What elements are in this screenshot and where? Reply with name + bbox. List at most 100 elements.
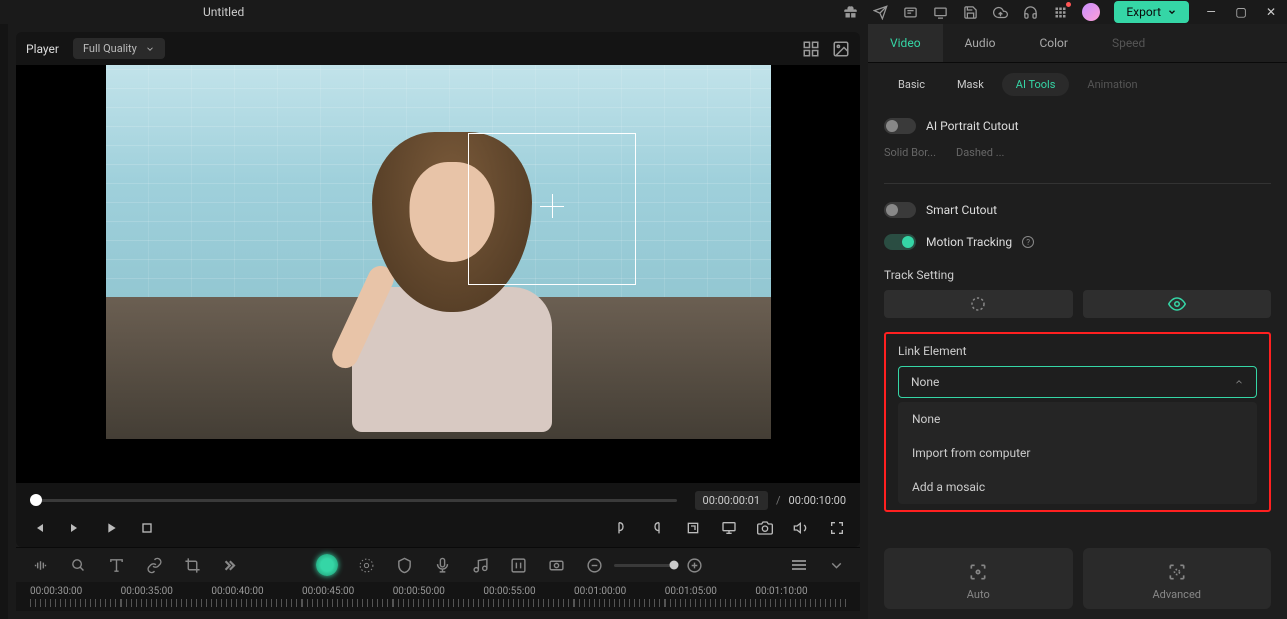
mark-out-icon[interactable] — [648, 519, 666, 537]
tab-speed[interactable]: Speed — [1090, 24, 1167, 62]
track-shape-button[interactable] — [884, 290, 1073, 318]
dropdown-none[interactable]: None — [898, 402, 1257, 436]
ai-portrait-toggle[interactable] — [884, 118, 916, 134]
advanced-label: Advanced — [1153, 588, 1201, 601]
panel-subtabs: Basic Mask AI Tools Animation — [868, 63, 1287, 106]
picture-icon[interactable] — [832, 40, 850, 58]
zoom-out-icon[interactable] — [584, 555, 604, 575]
dropdown-mosaic[interactable]: Add a mosaic — [898, 470, 1257, 504]
adjust-icon[interactable] — [508, 555, 528, 575]
screen-icon[interactable] — [932, 4, 948, 20]
title-bar: Untitled Export — ▢ ✕ — [0, 0, 1287, 24]
chevron-down-icon[interactable] — [826, 555, 846, 575]
link-tool-icon[interactable] — [144, 555, 164, 575]
auto-track-button[interactable]: Auto — [884, 548, 1073, 609]
stop-button[interactable] — [138, 519, 156, 537]
list-view-icon[interactable] — [792, 560, 806, 570]
info-icon[interactable]: ? — [1022, 236, 1034, 248]
subtab-mask[interactable]: Mask — [943, 73, 998, 96]
zoom-in-icon[interactable] — [684, 555, 704, 575]
quality-value: Full Quality — [83, 42, 137, 55]
motion-tracking-label: Motion Tracking — [926, 235, 1012, 249]
ai-portrait-label: AI Portrait Cutout — [926, 119, 1019, 133]
tab-video[interactable]: Video — [868, 24, 943, 62]
prev-frame-button[interactable] — [30, 519, 48, 537]
ruler-mark: 00:00:40:00 — [211, 586, 263, 597]
record-icon[interactable] — [546, 555, 566, 575]
ruler-mark: 00:01:05:00 — [665, 586, 717, 597]
text-tool-icon[interactable] — [106, 555, 126, 575]
ruler-mark: 00:00:50:00 — [393, 586, 445, 597]
effects-icon[interactable] — [356, 555, 376, 575]
link-element-dropdown: None Import from computer Add a mosaic — [898, 402, 1257, 504]
display-icon[interactable] — [720, 519, 738, 537]
gift-icon[interactable] — [842, 4, 858, 20]
subtab-basic[interactable]: Basic — [884, 73, 939, 96]
scrubber[interactable]: 00:00:00:01 / 00:00:10:00 — [30, 493, 846, 507]
ruler-mark: 00:00:55:00 — [483, 586, 535, 597]
track-setting-label: Track Setting — [884, 258, 1271, 290]
ai-gear-icon[interactable] — [316, 554, 338, 576]
apps-icon[interactable] — [1052, 4, 1068, 20]
save-icon[interactable] — [962, 4, 978, 20]
mic-icon[interactable] — [432, 555, 452, 575]
timeline-ruler[interactable]: 00:00:30:00 00:00:35:00 00:00:40:00 00:0… — [16, 582, 860, 611]
grid-view-icon[interactable] — [802, 40, 820, 58]
track-mode-buttons: Auto Advanced — [868, 548, 1287, 619]
total-time: 00:00:10:00 — [789, 494, 846, 507]
link-element-select[interactable]: None — [898, 366, 1257, 398]
volume-icon[interactable] — [792, 519, 810, 537]
shield-icon[interactable] — [394, 555, 414, 575]
border-dashed-option[interactable]: Dashed ... — [956, 146, 1004, 159]
player-label: Player — [26, 42, 59, 56]
player-header: Player Full Quality — [16, 32, 860, 65]
ruler-mark: 00:01:10:00 — [755, 586, 807, 597]
clip-icon[interactable] — [684, 519, 702, 537]
send-icon[interactable] — [872, 4, 888, 20]
scrub-handle[interactable] — [30, 494, 42, 506]
message-icon[interactable] — [902, 4, 918, 20]
headphones-icon[interactable] — [1022, 4, 1038, 20]
fullscreen-icon[interactable] — [828, 519, 846, 537]
link-element-highlight: Link Element None None Import from compu… — [884, 332, 1271, 512]
minimize-button[interactable]: — — [1203, 5, 1219, 19]
player-pane: Player Full Quality — [8, 24, 868, 619]
link-element-label: Link Element — [898, 344, 1257, 358]
ruler-mark: 00:01:00:00 — [574, 586, 626, 597]
dropdown-import[interactable]: Import from computer — [898, 436, 1257, 470]
export-button[interactable]: Export — [1114, 1, 1189, 23]
subtab-animation[interactable]: Animation — [1073, 73, 1151, 96]
snapshot-icon[interactable] — [756, 519, 774, 537]
crop-tool-icon[interactable] — [182, 555, 202, 575]
tab-audio[interactable]: Audio — [943, 24, 1018, 62]
link-element-value: None — [911, 375, 939, 389]
main: Player Full Quality — [0, 24, 1287, 619]
cloud-icon[interactable] — [992, 4, 1008, 20]
waveform-icon[interactable] — [30, 555, 50, 575]
border-solid-option[interactable]: Solid Bor... — [884, 146, 936, 159]
document-title: Untitled — [203, 5, 244, 19]
motion-tracking-toggle[interactable] — [884, 234, 916, 250]
quality-select[interactable]: Full Quality — [73, 38, 165, 59]
video-preview[interactable] — [16, 65, 860, 483]
subtab-aitools[interactable]: AI Tools — [1002, 73, 1070, 96]
panel-body: AI Portrait Cutout Solid Bor... Dashed .… — [868, 106, 1287, 534]
tab-color[interactable]: Color — [1017, 24, 1089, 62]
right-panel: Video Audio Color Speed Basic Mask AI To… — [868, 24, 1287, 619]
track-visibility-button[interactable] — [1083, 290, 1272, 318]
advanced-track-button[interactable]: Advanced — [1083, 548, 1272, 609]
maximize-button[interactable]: ▢ — [1233, 5, 1249, 19]
play-button[interactable] — [102, 519, 120, 537]
avatar[interactable] — [1082, 3, 1100, 21]
left-gutter — [0, 24, 8, 619]
smart-cutout-toggle[interactable] — [884, 202, 916, 218]
zoom-tool-icon[interactable] — [68, 555, 88, 575]
export-label: Export — [1126, 5, 1161, 19]
zoom-slider[interactable] — [584, 555, 704, 575]
mark-in-icon[interactable] — [612, 519, 630, 537]
next-frame-button[interactable] — [66, 519, 84, 537]
ruler-mark: 00:00:45:00 — [302, 586, 354, 597]
more-tools-icon[interactable] — [220, 555, 240, 575]
music-icon[interactable] — [470, 555, 490, 575]
close-button[interactable]: ✕ — [1263, 5, 1279, 19]
